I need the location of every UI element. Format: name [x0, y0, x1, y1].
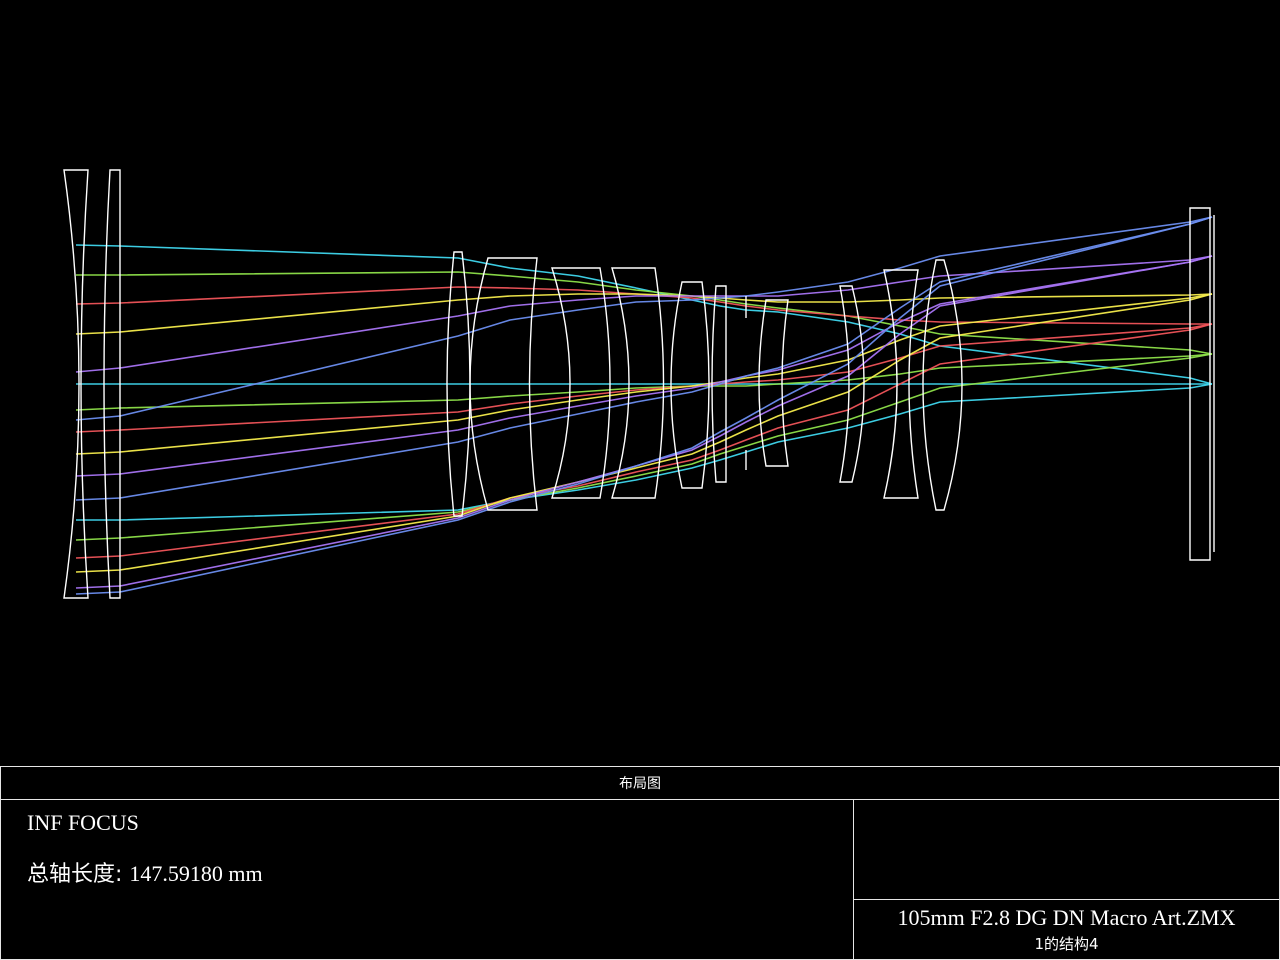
total-length-value: 147.59180 mm [129, 861, 263, 886]
configuration-label: 1的结构4 [1034, 935, 1099, 953]
ray-field-3-top [75, 286, 1212, 325]
ray-field-2-top [76, 271, 1213, 355]
file-name: 105mm F2.8 DG DN Macro Art.ZMX [897, 905, 1236, 930]
info-right-cell: 105mm F2.8 DG DN Macro Art.ZMX 1的结构4 [854, 900, 1279, 959]
ray-field-2-chf [75, 353, 1213, 411]
lens-layout-diagram [63, 169, 1215, 599]
info-left-cell: INF FOCUS 总轴长度: 147.59180 mm [1, 800, 854, 959]
layout-title: 布局图 [1, 767, 1279, 800]
ray-field-2-bot [75, 353, 1213, 541]
total-length-row: 总轴长度: 147.59180 mm [27, 856, 263, 888]
info-panel: 布局图 INF FOCUS 总轴长度: 147.59180 mm 105mm F… [0, 766, 1280, 960]
focus-label: INF FOCUS [27, 810, 139, 835]
ray-bundles [75, 216, 1213, 595]
ray-field-5-bot [75, 255, 1213, 589]
info-right-empty-cell [854, 800, 1279, 900]
total-length-label: 总轴长度: [27, 862, 123, 887]
lens-element-5 [551, 267, 611, 499]
ray-field-4-bot [75, 293, 1213, 573]
ray-field-4-chf [75, 293, 1213, 455]
